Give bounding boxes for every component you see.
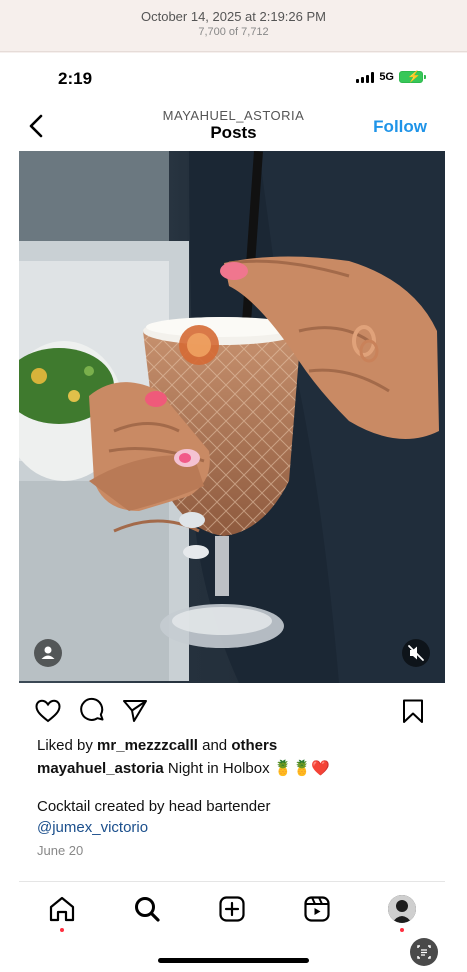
follow-button[interactable]: Follow <box>373 117 427 137</box>
share-icon[interactable] <box>121 697 149 725</box>
bookmark-icon[interactable] <box>399 697 427 725</box>
comment-icon[interactable] <box>78 697 106 725</box>
signal-icon <box>356 71 375 83</box>
likes-line: Liked by mr_mezzzcalll and others <box>37 737 277 754</box>
mention-link[interactable]: @jumex_victorio <box>37 819 148 836</box>
reels-icon[interactable] <box>302 894 332 924</box>
screenshot-counter: 7,700 of 7,712 <box>198 26 269 38</box>
screenshot-tool-button[interactable] <box>410 938 438 966</box>
status-time: 2:19 <box>58 69 93 88</box>
caption-line: mayahuel_astoria Night in Holbox 🍍🍍❤️ <box>37 759 330 777</box>
battery-icon: ⚡ <box>399 71 426 83</box>
post-date: June 20 <box>37 843 84 858</box>
likes-prefix: Liked by <box>37 737 98 754</box>
network-label: 5G <box>379 71 394 83</box>
liked-by-user[interactable]: mr_mezzzcalll <box>97 737 198 754</box>
profile-notification-dot <box>400 928 404 932</box>
mute-button[interactable] <box>402 639 430 667</box>
speaker-muted-icon <box>408 645 424 661</box>
post-header: MAYAHUEL_ASTORIA Posts Follow <box>0 105 467 149</box>
person-icon <box>41 646 55 659</box>
post-actions <box>0 693 467 729</box>
post-photo[interactable] <box>19 151 445 683</box>
caption-text: Night in Holbox 🍍🍍❤️ <box>163 760 330 777</box>
profile-avatar[interactable] <box>388 895 416 923</box>
likes-mid: and <box>197 737 232 754</box>
screenshot-date: October 14, 2025 at 2:19:26 PM <box>140 9 326 24</box>
home-notification-dot <box>60 928 64 932</box>
status-indicators: 5G ⚡ <box>356 71 426 83</box>
bottom-tab-bar <box>19 881 445 941</box>
home-indicator[interactable] <box>158 958 309 963</box>
scan-text-icon <box>417 945 431 959</box>
caption-line-2: Cocktail created by head bartender <box>37 798 271 815</box>
screenshot-info-bar: October 14, 2025 at 2:19:26 PM 7,700 of … <box>0 0 467 52</box>
caption-username[interactable]: mayahuel_astoria <box>37 760 164 777</box>
likes-others[interactable]: others <box>231 737 277 754</box>
search-icon[interactable] <box>132 894 162 924</box>
avatar-image <box>388 895 416 923</box>
create-icon[interactable] <box>217 894 247 924</box>
tagged-people-button[interactable] <box>34 639 62 667</box>
home-icon[interactable] <box>47 894 77 924</box>
heart-icon[interactable] <box>34 697 62 725</box>
phone-screen: 2:19 5G ⚡ MAYAHUEL_ASTORIA Posts Follow <box>0 53 467 972</box>
